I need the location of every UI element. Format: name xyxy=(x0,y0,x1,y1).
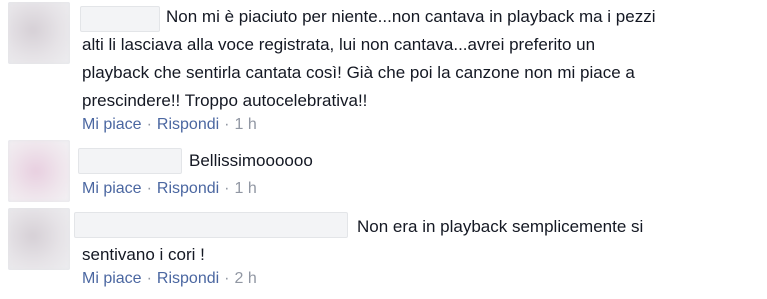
avatar-image xyxy=(8,140,70,202)
comment-actions: Mi piace · Rispondi · 1 h xyxy=(82,115,257,135)
timestamp[interactable]: 2 h xyxy=(235,270,257,287)
avatar-image xyxy=(8,208,70,270)
comment-text-line-2: sentivano i cori ! xyxy=(82,245,205,264)
comment-text-line-4: prescindere!! Troppo autocelebrativa!! xyxy=(82,91,368,110)
separator: · xyxy=(224,180,230,197)
comment-text-line-3: playback che sentirla cantata così! Già … xyxy=(82,63,635,82)
reply-link[interactable]: Rispondi xyxy=(157,270,219,287)
avatar[interactable] xyxy=(8,208,70,270)
comment-text-line-1: Non era in playback semplicemente si xyxy=(357,217,644,236)
comment-text-line-2: alti li lasciava alla voce registrata, l… xyxy=(82,35,596,54)
separator: · xyxy=(224,270,230,287)
comment-actions: Mi piace · Rispondi · 2 h xyxy=(82,269,257,289)
separator: · xyxy=(224,116,230,133)
avatar-image xyxy=(8,2,70,64)
comment-actions: Mi piace · Rispondi · 1 h xyxy=(82,179,257,199)
avatar[interactable] xyxy=(8,2,70,64)
timestamp[interactable]: 1 h xyxy=(235,180,257,197)
timestamp[interactable]: 1 h xyxy=(235,116,257,133)
reply-link[interactable]: Rispondi xyxy=(157,116,219,133)
author-name-redacted[interactable] xyxy=(78,148,182,174)
like-link[interactable]: Mi piace xyxy=(82,116,142,133)
separator: · xyxy=(146,180,152,197)
comment-text-line-1: Non mi è piaciuto per niente...non canta… xyxy=(166,7,656,26)
comment-text-line-1: Bellissimoooooo xyxy=(189,151,313,170)
avatar[interactable] xyxy=(8,140,70,202)
like-link[interactable]: Mi piace xyxy=(82,180,142,197)
author-name-redacted[interactable] xyxy=(74,212,348,238)
like-link[interactable]: Mi piace xyxy=(82,270,142,287)
author-name-redacted[interactable] xyxy=(80,6,160,32)
separator: · xyxy=(146,116,152,133)
reply-link[interactable]: Rispondi xyxy=(157,180,219,197)
separator: · xyxy=(146,270,152,287)
